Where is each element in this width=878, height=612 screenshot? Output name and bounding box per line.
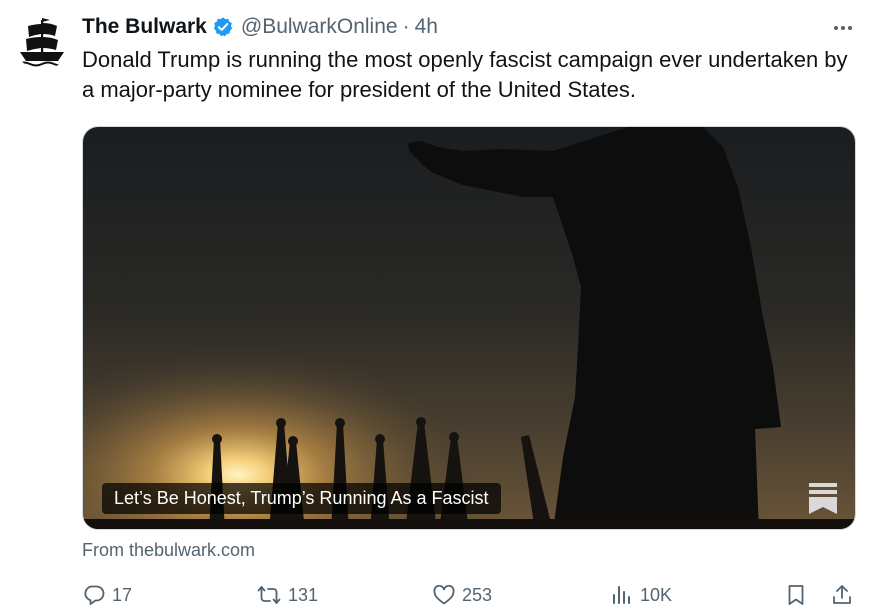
retweet-icon	[257, 586, 281, 604]
author-handle[interactable]: @BulwarkOnline	[241, 15, 398, 39]
tweet-actions: 17 131 253 10K	[82, 580, 858, 610]
link-card[interactable]: Let’s Be Honest, Trump’s Running As a Fa…	[82, 126, 856, 530]
pirate-ship-icon	[14, 14, 70, 70]
card-source[interactable]: From thebulwark.com	[82, 540, 255, 561]
reply-button[interactable]: 17	[82, 580, 132, 610]
silhouette-sunset-photo	[83, 127, 855, 529]
like-button[interactable]: 253	[432, 580, 492, 610]
author-name[interactable]: The Bulwark	[82, 15, 207, 39]
reply-count: 17	[112, 584, 133, 605]
views-count: 10K	[640, 584, 673, 605]
bookmark-icon	[788, 585, 804, 605]
timestamp[interactable]: 4h	[415, 15, 438, 39]
more-options-icon[interactable]	[826, 16, 860, 40]
verified-badge-icon[interactable]	[212, 16, 234, 38]
like-count: 253	[462, 584, 493, 605]
more-dot	[834, 26, 838, 30]
more-dot	[848, 26, 852, 30]
tweet-text: Donald Trump is running the most openly …	[82, 47, 848, 102]
reply-icon	[84, 585, 105, 605]
bookmark-button[interactable]	[784, 580, 808, 610]
views-chart-icon	[613, 586, 630, 604]
more-dot	[841, 26, 845, 30]
avatar[interactable]	[14, 14, 70, 70]
separator-dot: ·	[402, 15, 410, 38]
card-title: Let’s Be Honest, Trump’s Running As a Fa…	[102, 483, 501, 514]
retweet-button[interactable]: 131	[256, 580, 318, 610]
retweet-count: 131	[288, 584, 319, 605]
views-button[interactable]: 10K	[610, 580, 672, 610]
tweet-header: The Bulwark @BulwarkOnline · 4h	[82, 14, 438, 40]
share-button[interactable]	[830, 580, 854, 610]
heart-icon	[433, 584, 455, 605]
share-icon	[833, 585, 851, 604]
bulwark-bookmark-logo-icon	[809, 483, 837, 514]
